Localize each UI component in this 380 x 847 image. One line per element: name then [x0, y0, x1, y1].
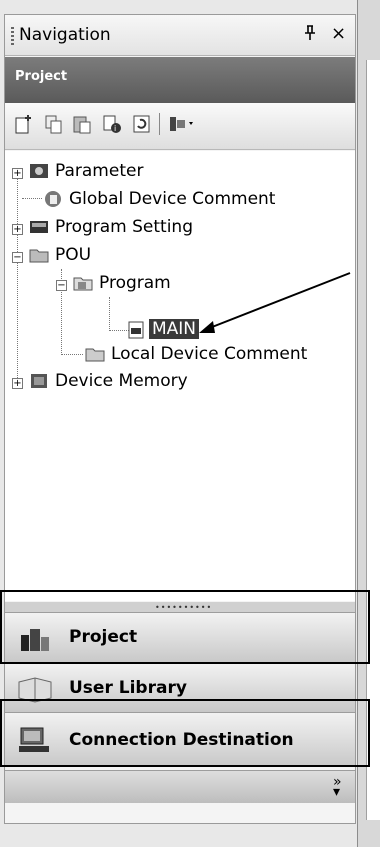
navigation-title-bar[interactable]: Navigation ×: [5, 15, 355, 56]
tree-item-main[interactable]: MAIN: [149, 319, 200, 339]
tree-item-parameter[interactable]: Parameter: [55, 161, 143, 181]
pin-icon[interactable]: [303, 25, 317, 45]
project-toolbar: i: [5, 103, 355, 150]
folder-icon: [29, 249, 49, 263]
copy-icon[interactable]: [43, 113, 65, 135]
tree-connector: [109, 330, 129, 331]
tree-connector: [17, 173, 18, 380]
tree-item-program-setting[interactable]: Program Setting: [55, 217, 193, 237]
annotation-arrow-icon: [199, 272, 351, 333]
new-data-icon[interactable]: [13, 113, 35, 135]
overflow-glyph: »: [333, 774, 342, 790]
refresh-icon[interactable]: [131, 113, 153, 135]
program-setting-icon: [30, 221, 48, 233]
tree-item-local-device-comment[interactable]: Local Device Comment: [111, 344, 307, 364]
program-folder-icon: [73, 277, 93, 291]
tree-item-global-device-comment[interactable]: Global Device Comment: [69, 189, 275, 209]
expand-toggle[interactable]: +: [12, 168, 23, 179]
toolbar-separator: [159, 113, 160, 135]
properties-icon[interactable]: i: [101, 113, 123, 135]
project-section-header: Project: [5, 57, 355, 103]
annotation-outline-connection: [0, 699, 370, 767]
collapse-toggle[interactable]: −: [12, 252, 23, 263]
sort-icon[interactable]: [167, 113, 197, 135]
tree-item-program[interactable]: Program: [99, 273, 171, 293]
local-comment-icon: [85, 348, 105, 362]
expand-toggle[interactable]: +: [12, 378, 23, 389]
annotation-outline-project: [0, 590, 370, 664]
collapse-toggle[interactable]: −: [56, 280, 67, 291]
tree-item-pou[interactable]: POU: [55, 245, 91, 265]
tree-connector: [61, 354, 83, 355]
expand-toggle[interactable]: +: [12, 224, 23, 235]
grip-handle-icon[interactable]: [11, 27, 14, 45]
navigation-title: Navigation: [19, 25, 111, 45]
nav-button-label: User Library: [69, 678, 187, 698]
tree-item-device-memory[interactable]: Device Memory: [55, 371, 188, 391]
parameter-icon: [30, 164, 48, 178]
tree-connector: [22, 198, 42, 199]
configure-buttons-icon[interactable]: » ▾: [333, 774, 342, 799]
close-icon[interactable]: ×: [331, 23, 346, 44]
nav-overflow-bar: » ▾: [5, 770, 355, 803]
svg-text:i: i: [114, 124, 116, 133]
comment-icon: [45, 191, 61, 207]
device-memory-icon: [31, 374, 47, 388]
program-file-icon: [128, 321, 144, 339]
project-tree: + Parameter Global Device Comment + Prog…: [5, 151, 355, 601]
section-title: Project: [15, 69, 68, 84]
tree-connector: [109, 297, 110, 331]
paste-icon[interactable]: [71, 113, 93, 135]
navigation-pane: Navigation × Project i + Parameter Globa…: [0, 14, 370, 824]
